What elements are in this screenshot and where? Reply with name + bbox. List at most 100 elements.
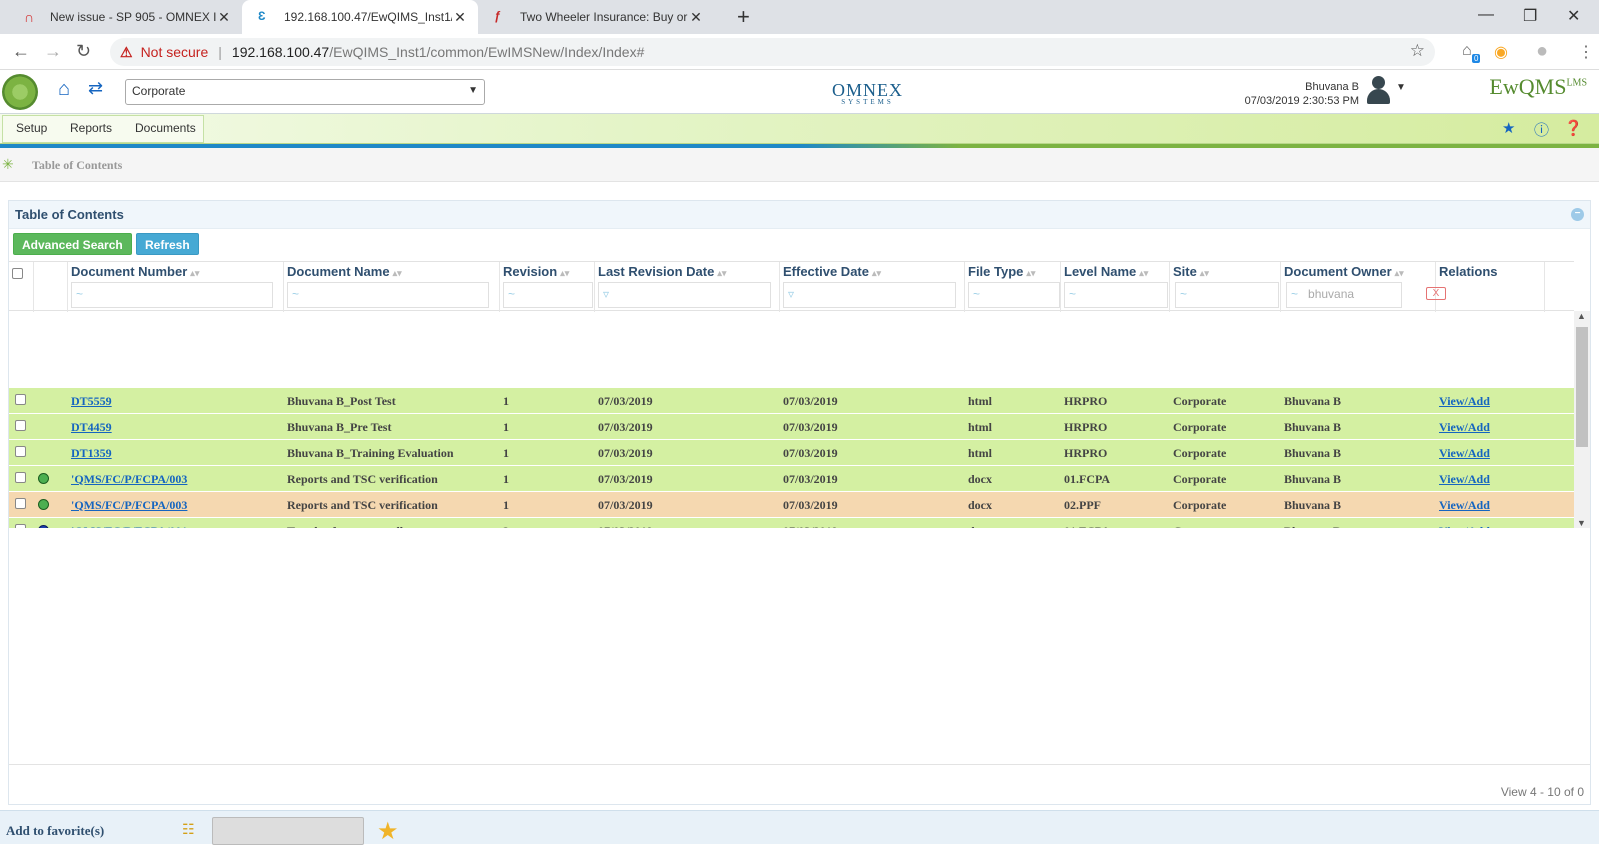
- add-favorite-star-icon[interactable]: ★: [377, 817, 399, 846]
- omnex-favicon-icon: Ɛ: [258, 9, 266, 23]
- filter-last-revision-date[interactable]: ▿: [598, 282, 771, 308]
- clear-filter-button[interactable]: X: [1426, 287, 1446, 300]
- col-document-number[interactable]: Document Number ▴▾: [71, 264, 199, 279]
- scroll-thumb[interactable]: [1576, 327, 1588, 447]
- row-checkbox[interactable]: [15, 524, 26, 528]
- doc-number-link[interactable]: 'QMS/FC/P/FCPA/003: [71, 472, 187, 487]
- table-row[interactable]: 'QMS/FC/P/FCPA/001 Test doc from sreenadh…: [9, 518, 1574, 528]
- select-all-checkbox[interactable]: [12, 268, 23, 279]
- table-row[interactable]: DT5559 Bhuvana B_Post Test 1 07/03/2019 07/0…: [9, 388, 1574, 414]
- insurance-favicon-icon: ƒ: [494, 9, 501, 23]
- browser-tab-1[interactable]: Ɛ 192.168.100.47/EwQIMS_Inst1/cc ✕: [242, 0, 478, 34]
- row-checkbox[interactable]: [15, 394, 26, 405]
- avatar-icon[interactable]: [1364, 74, 1394, 106]
- info-icon[interactable]: ⓘ: [1534, 119, 1549, 140]
- doc-number-link[interactable]: DT5559: [71, 394, 112, 409]
- grid-scrollbar[interactable]: ▲ ▼: [1574, 311, 1590, 528]
- filter-document-number[interactable]: ~: [71, 282, 273, 308]
- relations-link[interactable]: View/Add: [1439, 472, 1490, 487]
- back-icon[interactable]: ←: [12, 41, 30, 62]
- table-row[interactable]: DT4459 Bhuvana B_Pre Test 1 07/03/2019 07/03…: [9, 414, 1574, 440]
- table-row[interactable]: DT1359 Bhuvana B_Training Evaluation 1 07/0…: [9, 440, 1574, 466]
- omnex-logo: OMNEX SYSTEMS: [832, 80, 903, 106]
- table-row[interactable]: 'QMS/FC/P/FCPA/003 Reports and TSC verifi…: [9, 466, 1574, 492]
- filter-revision[interactable]: ~: [503, 282, 593, 308]
- row-checkbox[interactable]: [15, 472, 26, 483]
- scroll-down-icon[interactable]: ▼: [1577, 518, 1586, 528]
- doc-number-link[interactable]: DT1359: [71, 446, 112, 461]
- relations-link[interactable]: View/Add: [1439, 498, 1490, 513]
- relations-link[interactable]: View/Add: [1439, 524, 1490, 528]
- extension-2-icon[interactable]: ◉: [1494, 42, 1508, 62]
- effective-cell: 07/03/2019: [783, 524, 838, 528]
- relations-link[interactable]: View/Add: [1439, 394, 1490, 409]
- browser-tab-title: Two Wheeler Insurance: Buy or R: [520, 10, 688, 24]
- filter-site[interactable]: ~: [1175, 282, 1279, 308]
- sync-icon[interactable]: ⇄: [88, 78, 103, 99]
- folder-tree-icon[interactable]: ☷: [182, 821, 195, 838]
- menu-documents[interactable]: Documents: [135, 121, 196, 135]
- breadcrumb-home-icon[interactable]: ✳: [2, 156, 14, 173]
- refresh-button[interactable]: Refresh: [136, 233, 199, 255]
- app-logo-icon[interactable]: [2, 74, 38, 110]
- profile-icon[interactable]: ●: [1536, 40, 1548, 63]
- menu-reports[interactable]: Reports: [70, 121, 112, 135]
- site-select[interactable]: Corporate ▼: [125, 79, 485, 105]
- relations-link[interactable]: View/Add: [1439, 420, 1490, 435]
- close-tab-icon[interactable]: ✕: [216, 9, 232, 26]
- address-bar: ← → ↻ ⚠ Not secure | 192.168.100.47 /EwQ…: [0, 34, 1599, 70]
- filter-level-name[interactable]: ~: [1064, 282, 1168, 308]
- close-window-icon[interactable]: ✕: [1567, 6, 1580, 26]
- new-tab-icon[interactable]: +: [737, 4, 750, 30]
- user-menu-caret-icon[interactable]: ▼: [1396, 82, 1406, 93]
- menu-setup[interactable]: Setup: [16, 121, 47, 135]
- filter-effective-date[interactable]: ▿: [783, 282, 956, 308]
- revision-cell: 1: [503, 472, 509, 486]
- col-effective-date[interactable]: Effective Date ▴▾: [783, 264, 881, 279]
- filter-document-name[interactable]: ~: [287, 282, 489, 308]
- ewqms-brand-sup: LMS: [1566, 77, 1587, 89]
- reload-icon[interactable]: ↻: [76, 41, 91, 62]
- col-level-name[interactable]: Level Name ▴▾: [1064, 264, 1148, 279]
- col-relations: Relations: [1439, 264, 1498, 279]
- help-icon[interactable]: ❓: [1564, 119, 1583, 137]
- level-cell: 01.FCPA: [1064, 524, 1110, 528]
- user-datetime: 07/03/2019 2:30:53 PM: [1244, 95, 1359, 107]
- browser-tab-strip: ∩ New issue - SP 905 - OMNEX ISS ✕ Ɛ 192…: [0, 0, 1599, 34]
- bookmark-star-icon[interactable]: ☆: [1410, 41, 1425, 61]
- col-revision[interactable]: Revision ▴▾: [503, 264, 569, 279]
- close-tab-icon[interactable]: ✕: [452, 9, 468, 26]
- extension-icon[interactable]: ⌂: [1462, 42, 1472, 60]
- doc-number-link[interactable]: 'QMS/FC/P/FCPA/003: [71, 498, 187, 513]
- browser-menu-icon[interactable]: ⋮: [1578, 42, 1594, 62]
- advanced-search-button[interactable]: Advanced Search: [13, 233, 132, 255]
- col-file-type[interactable]: File Type ▴▾: [968, 264, 1035, 279]
- col-document-owner[interactable]: Document Owner ▴▾: [1284, 264, 1404, 279]
- filter-document-owner[interactable]: ~ bhuvana: [1286, 282, 1402, 308]
- restore-icon[interactable]: ❐: [1523, 6, 1537, 26]
- home-icon[interactable]: ⌂: [58, 78, 70, 101]
- doc-number-link[interactable]: 'QMS/FC/P/FCPA/001: [71, 524, 187, 528]
- scroll-up-icon[interactable]: ▲: [1577, 311, 1586, 321]
- table-row[interactable]: 'QMS/FC/P/FCPA/003 Reports and TSC verifi…: [9, 492, 1574, 518]
- level-cell: 01.FCPA: [1064, 472, 1111, 486]
- favorite-name-input[interactable]: [212, 817, 364, 845]
- forward-icon[interactable]: →: [44, 41, 62, 62]
- row-checkbox[interactable]: [15, 420, 26, 431]
- col-document-name[interactable]: Document Name ▴▾: [287, 264, 402, 279]
- collapse-icon[interactable]: −: [1571, 208, 1584, 221]
- minimize-icon[interactable]: —: [1478, 6, 1494, 24]
- pin-icon[interactable]: ★: [1502, 119, 1515, 137]
- browser-tab-2[interactable]: ƒ Two Wheeler Insurance: Buy or R ✕: [478, 0, 714, 34]
- relations-link[interactable]: View/Add: [1439, 446, 1490, 461]
- close-tab-icon[interactable]: ✕: [688, 9, 704, 26]
- last-rev-cell: 07/03/2019: [598, 446, 653, 460]
- browser-tab-0[interactable]: ∩ New issue - SP 905 - OMNEX ISS ✕: [8, 0, 242, 34]
- filter-file-type[interactable]: ~: [968, 282, 1060, 308]
- row-checkbox[interactable]: [15, 446, 26, 457]
- url-field[interactable]: ⚠ Not secure | 192.168.100.47 /EwQIMS_In…: [110, 38, 1435, 66]
- row-checkbox[interactable]: [15, 498, 26, 509]
- doc-number-link[interactable]: DT4459: [71, 420, 112, 435]
- col-last-revision-date[interactable]: Last Revision Date ▴▾: [598, 264, 726, 279]
- col-site[interactable]: Site ▴▾: [1173, 264, 1209, 279]
